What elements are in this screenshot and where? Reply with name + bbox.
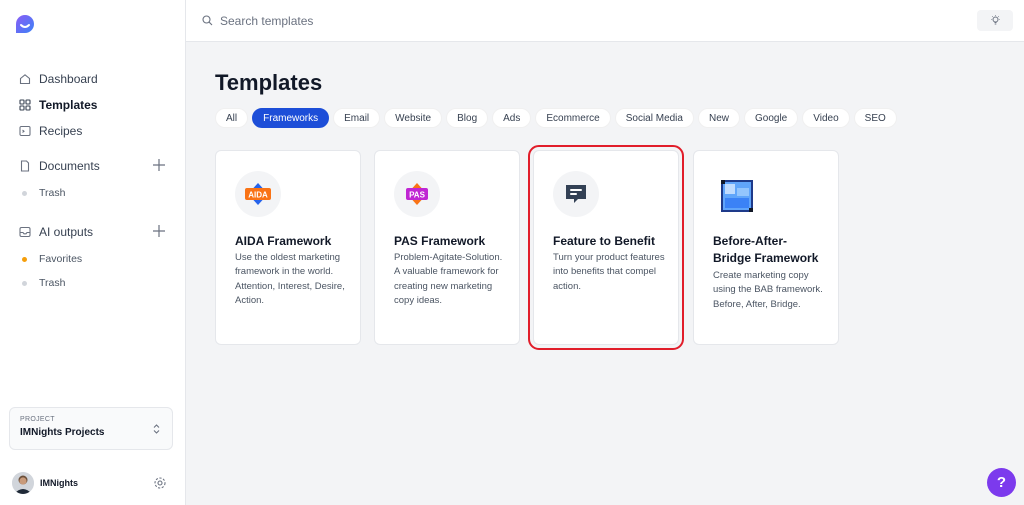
tab-ads[interactable]: Ads [492, 108, 532, 128]
card-description: Create marketing copy using the BAB fram… [713, 270, 823, 310]
template-card-pas[interactable]: PAS PAS Framework Problem-Agitate-Soluti… [374, 150, 520, 345]
sidebar-item-favorites[interactable]: Favorites [0, 248, 186, 270]
add-ai-output-icon[interactable] [152, 224, 166, 238]
chevron-up-down-icon [153, 424, 160, 434]
inbox-icon [19, 226, 31, 238]
ai-outputs-label: AI outputs [39, 225, 94, 239]
chat-bubble-icon [553, 171, 599, 217]
sidebar-item-templates[interactable]: Templates [0, 92, 186, 118]
tab-blog[interactable]: Blog [446, 108, 489, 128]
tab-email[interactable]: Email [333, 108, 381, 128]
sidebar-item-label: Trash [39, 277, 66, 289]
sidebar-item-ai-trash[interactable]: Trash [0, 272, 186, 294]
grid-icon [19, 99, 31, 111]
card-title: Feature to Benefit [553, 234, 656, 248]
tab-all[interactable]: All [215, 108, 249, 128]
sidebar-item-dashboard[interactable]: Dashboard [0, 66, 186, 92]
avatar[interactable] [12, 472, 34, 494]
card-description: Turn your product features into benefits… [553, 252, 665, 292]
pas-badge-text: PAS [409, 191, 426, 200]
project-selector[interactable]: PROJECT IMNights Projects [9, 407, 173, 450]
sidebar-item-label: Trash [39, 187, 66, 199]
documents-label: Documents [39, 159, 100, 173]
tab-video[interactable]: Video [802, 108, 850, 128]
ai-outputs-section: AI outputs Favorites Trash [0, 222, 186, 294]
user-profile: IMNights [12, 471, 182, 495]
card-description: Use the oldest marketing framework in th… [235, 252, 345, 307]
status-dot [22, 190, 27, 196]
status-dot [22, 280, 27, 286]
terminal-icon [19, 125, 31, 137]
card-title: Before-After-Bridge Framework [713, 234, 819, 265]
gear-icon[interactable] [153, 476, 167, 490]
aida-badge-text: AIDA [248, 191, 268, 200]
top-bar [186, 0, 1024, 42]
project-name: IMNights Projects [20, 427, 105, 438]
template-card-aida[interactable]: AIDA AIDA Framework Use the oldest marke… [215, 150, 361, 345]
card-description: Problem-Agitate-Solution. A valuable fra… [394, 252, 503, 307]
template-card-bab[interactable]: Before-After-Bridge Framework Create mar… [693, 150, 839, 345]
status-dot [22, 256, 27, 262]
aida-badge-icon: AIDA [235, 171, 281, 217]
documents-header[interactable]: Documents [0, 156, 186, 176]
sidebar-item-documents-trash[interactable]: Trash [0, 182, 186, 204]
bridge-image-icon [720, 179, 754, 213]
documents-section: Documents Trash [0, 156, 186, 204]
home-icon [19, 73, 31, 85]
ai-outputs-header[interactable]: AI outputs [0, 222, 186, 242]
sidebar-item-recipes[interactable]: Recipes [0, 118, 186, 144]
card-title: PAS Framework [394, 234, 486, 248]
lightbulb-button[interactable] [977, 10, 1013, 31]
page-title: Templates [215, 70, 323, 95]
tab-ecommerce[interactable]: Ecommerce [535, 108, 611, 128]
sidebar-item-label: Dashboard [39, 72, 98, 86]
card-title: AIDA Framework [235, 234, 332, 248]
tab-seo[interactable]: SEO [853, 108, 897, 128]
tab-website[interactable]: Website [384, 108, 443, 128]
sidebar: Dashboard Templates Recipes Documents Tr… [0, 0, 186, 505]
tab-new[interactable]: New [697, 108, 740, 128]
user-name: IMNights [40, 478, 78, 488]
search-icon [202, 15, 213, 26]
template-card-feature-to-benefit[interactable]: Feature to Benefit Turn your product fea… [528, 145, 684, 350]
help-button[interactable]: ? [987, 468, 1016, 497]
main-nav: Dashboard Templates Recipes [0, 66, 186, 144]
add-document-icon[interactable] [152, 158, 166, 172]
document-icon [19, 160, 31, 172]
logo-icon[interactable] [12, 12, 38, 38]
project-label: PROJECT [20, 416, 55, 423]
tab-frameworks[interactable]: Frameworks [252, 108, 330, 128]
tab-social-media[interactable]: Social Media [614, 108, 694, 128]
sidebar-item-label: Favorites [39, 253, 83, 265]
search-input[interactable] [220, 10, 620, 32]
sidebar-item-label: Templates [39, 98, 98, 112]
category-tabs: All Frameworks Email Website Blog Ads Ec… [215, 108, 897, 128]
sidebar-item-label: Recipes [39, 124, 83, 138]
tab-google[interactable]: Google [744, 108, 799, 128]
pas-badge-icon: PAS [394, 171, 440, 217]
lightbulb-icon [990, 15, 1000, 25]
